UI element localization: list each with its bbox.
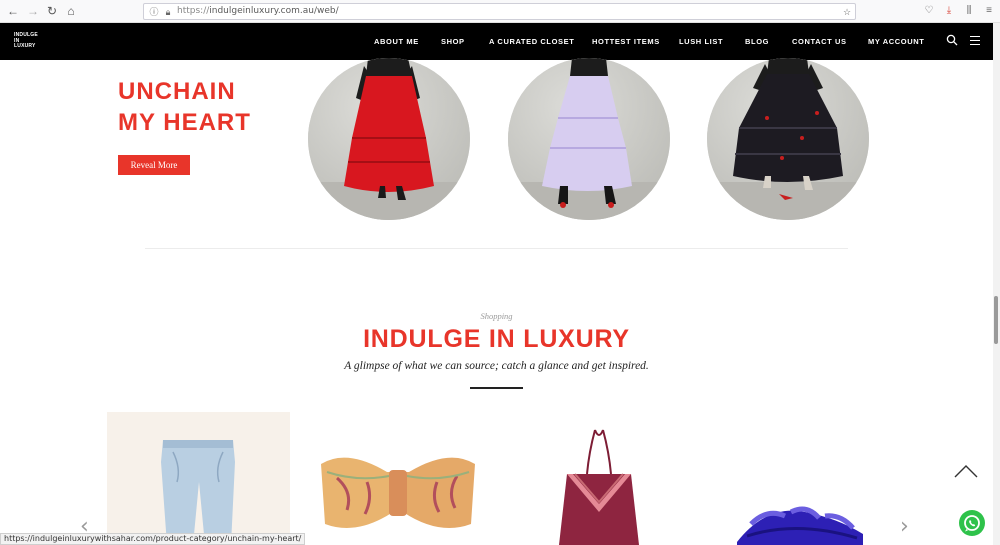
section-divider: [145, 248, 848, 249]
library-icon[interactable]: ⫼: [962, 4, 976, 18]
browser-toolbar: ← → ↻ ⌂ ⓘ 🔒︎ https://indulgeinluxury.com…: [0, 0, 1000, 23]
chevron-right-icon[interactable]: ›: [900, 514, 909, 539]
whatsapp-icon[interactable]: [959, 510, 985, 536]
scroll-top-icon[interactable]: [954, 464, 978, 478]
nav-contact-us[interactable]: CONTACT US: [792, 37, 847, 46]
collection-image-red-skirt[interactable]: [308, 58, 470, 220]
product-card-halter-dress[interactable]: [507, 412, 690, 545]
hero-title: UNCHAIN MY HEART: [118, 76, 251, 138]
nav-lush-list[interactable]: LUSH LIST: [679, 37, 723, 46]
status-bar-link-preview: https://indulgeinluxurywithsahar.com/pro…: [0, 533, 306, 545]
url-host: indulgeinluxury.com.au/web/: [209, 6, 339, 16]
reveal-more-button[interactable]: Reveal More: [118, 155, 190, 175]
menu-icon[interactable]: [970, 36, 980, 45]
forward-icon[interactable]: →: [25, 3, 41, 19]
section-subtitle: A glimpse of what we can source; catch a…: [344, 360, 649, 372]
info-icon[interactable]: ⓘ: [148, 6, 160, 18]
product-card-jeans[interactable]: [107, 412, 290, 545]
reload-icon[interactable]: ↻: [44, 3, 60, 19]
pocket-icon[interactable]: ♡: [922, 4, 936, 18]
nav-curated-closet[interactable]: A CURATED CLOSET: [489, 37, 574, 46]
page-scrollbar[interactable]: [993, 23, 1000, 545]
collection-image-lavender-skirt[interactable]: [508, 58, 670, 220]
download-icon[interactable]: ⤓: [942, 4, 956, 18]
url-text: https://indulgeinluxury.com.au/web/: [177, 6, 339, 16]
nav-about-me[interactable]: ABOUT ME: [374, 37, 419, 46]
nav-hottest-items[interactable]: HOTTEST ITEMS: [592, 37, 660, 46]
address-bar[interactable]: ⓘ 🔒︎ https://indulgeinluxury.com.au/web/…: [143, 3, 856, 20]
nav-shop[interactable]: SHOP: [441, 37, 465, 46]
product-card-blue-sandals[interactable]: [707, 412, 890, 545]
bookmark-star-icon[interactable]: ☆: [841, 6, 853, 18]
home-icon[interactable]: ⌂: [63, 3, 79, 19]
collection-image-black-skirt[interactable]: [707, 58, 869, 220]
section-kicker: Shopping: [480, 311, 513, 321]
section-title: INDULGE IN LUXURY: [363, 325, 630, 353]
site-logo[interactable]: INDULGE IN LUXURY: [14, 32, 38, 50]
site-header: INDULGE IN LUXURY ABOUT ME SHOP A CURATE…: [0, 23, 993, 60]
hero-title-line1: UNCHAIN: [118, 78, 236, 105]
back-icon[interactable]: ←: [5, 3, 21, 19]
scrollbar-thumb[interactable]: [994, 296, 998, 344]
nav-blog[interactable]: BLOG: [745, 37, 769, 46]
logo-line: LUXURY: [14, 43, 36, 49]
hero-title-line2: MY HEART: [118, 109, 251, 136]
nav-my-account[interactable]: MY ACCOUNT: [868, 37, 924, 46]
lock-icon[interactable]: 🔒︎: [162, 6, 174, 18]
product-card-paisley-top[interactable]: [307, 412, 490, 545]
url-scheme: https://: [177, 6, 210, 16]
search-icon[interactable]: [946, 34, 958, 46]
app-menu-icon[interactable]: ≡: [982, 4, 996, 18]
section-underline: [470, 387, 523, 389]
